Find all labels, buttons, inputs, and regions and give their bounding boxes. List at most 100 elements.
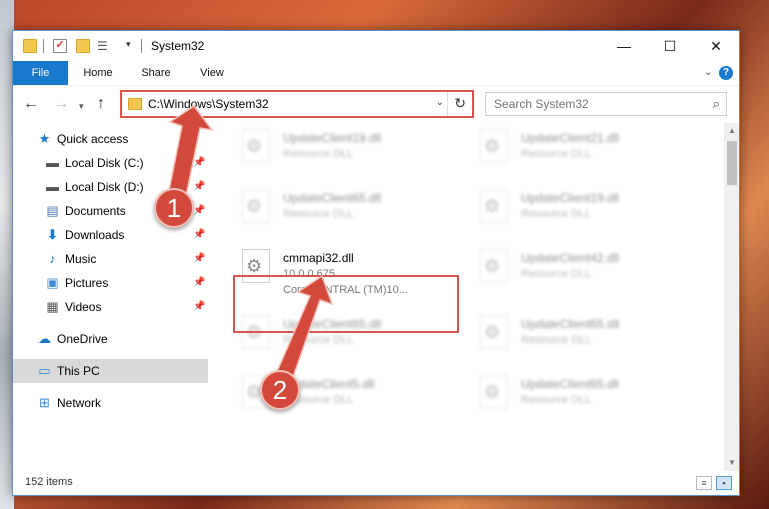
search-input[interactable] <box>494 94 694 114</box>
window-title: System32 <box>151 39 205 53</box>
sidebar-item-onedrive[interactable]: ☁ OneDrive <box>13 327 208 351</box>
pictures-icon: ▣ <box>46 275 59 290</box>
file-name: UpdateClient42.dll <box>521 251 620 265</box>
file-type: Resource DLL <box>521 148 592 160</box>
sidebar-item-label: Local Disk (C:) <box>65 156 144 170</box>
tab-view[interactable]: View <box>187 61 237 85</box>
pin-icon: 📌 <box>193 157 206 168</box>
status-bar: 152 items ≡ ▪ <box>13 471 739 495</box>
address-path[interactable]: C:\Windows\System32 <box>148 97 269 111</box>
back-arrow-icon[interactable]: ← <box>23 96 39 112</box>
vertical-scrollbar[interactable]: ▲ ▼ <box>724 123 739 471</box>
documents-icon: ▤ <box>46 203 59 218</box>
dll-file-icon: ⚙ <box>480 129 508 163</box>
address-dropdown-icon[interactable]: ⌄ <box>436 97 444 108</box>
computer-icon: ▭ <box>38 363 51 378</box>
details-view-icon[interactable]: ≡ <box>696 476 712 490</box>
file-name: UpdateClient19.dll <box>521 191 620 205</box>
new-folder-icon[interactable] <box>76 39 90 53</box>
sidebar-item-videos[interactable]: ▦ Videos 📌 <box>13 295 208 319</box>
file-name: cmmapi32.dll <box>283 251 354 265</box>
help-icon[interactable]: ? <box>719 66 733 80</box>
sidebar-item-quick-access[interactable]: ★ Quick access <box>13 127 208 151</box>
drive-icon: ▬ <box>46 179 59 194</box>
file-item[interactable]: ⚙ UpdateClient42.dll Resource DLL <box>474 245 694 301</box>
file-item[interactable]: ⚙ UpdateClient21.dll Resource DLL <box>474 125 694 181</box>
tab-share[interactable]: Share <box>131 61 181 85</box>
search-box[interactable]: ⌕ <box>485 92 727 116</box>
item-count: 152 items <box>25 476 73 488</box>
close-button[interactable]: ✕ <box>693 31 739 61</box>
star-icon: ★ <box>38 131 51 146</box>
pin-icon: 📌 <box>193 253 206 264</box>
file-item[interactable]: ⚙ UpdateClient65.dll Resource DLL <box>236 185 456 241</box>
address-bar[interactable]: C:\Windows\System32 ⌄ ↻ <box>120 90 474 118</box>
view-options-icon[interactable]: ☰ <box>97 39 111 53</box>
sidebar-item-label: Music <box>65 252 97 266</box>
file-name: UpdateClient21.dll <box>521 131 620 145</box>
navigation-pane: ★ Quick access ▬ Local Disk (C:) 📌 ▬ Loc… <box>13 123 208 471</box>
step-2-badge: 2 <box>260 370 300 410</box>
scrollbar-thumb[interactable] <box>727 141 737 185</box>
file-item[interactable]: ⚙ UpdateClient19.dll Resource DLL <box>236 125 456 181</box>
file-type: Resource DLL <box>521 334 592 346</box>
dll-file-icon: ⚙ <box>480 189 508 223</box>
pin-icon: 📌 <box>193 181 206 192</box>
file-item[interactable]: ⚙ UpdateClient19.dll Resource DLL <box>474 185 694 241</box>
sidebar-item-label: Downloads <box>65 228 125 242</box>
file-item[interactable]: ⚙ UpdateClient65.dll Resource DLL <box>474 371 694 427</box>
refresh-icon[interactable]: ↻ <box>454 95 466 112</box>
tab-home[interactable]: Home <box>73 61 123 85</box>
folder-icon <box>23 39 37 53</box>
tab-file[interactable]: File <box>13 61 68 85</box>
file-item[interactable]: ⚙ UpdateClient65.dll Resource DLL <box>474 311 694 367</box>
sidebar-item-network[interactable]: ⊞ Network <box>13 391 208 415</box>
sidebar-item-label: OneDrive <box>57 332 108 346</box>
file-name: UpdateClient65.dll <box>283 191 382 205</box>
quick-access-dropdown-icon[interactable]: ▾ <box>126 39 131 50</box>
file-type: Resource DLL <box>283 148 354 160</box>
sidebar-item-label: Videos <box>65 300 102 314</box>
network-icon: ⊞ <box>39 395 50 410</box>
sidebar-item-this-pc[interactable]: ▭ This PC <box>13 359 208 383</box>
search-icon[interactable]: ⌕ <box>713 96 720 112</box>
up-arrow-icon[interactable]: ↑ <box>97 96 105 112</box>
tiles-view-icon[interactable]: ▪ <box>716 476 732 490</box>
sidebar-item-local-disk-c[interactable]: ▬ Local Disk (C:) 📌 <box>13 151 208 175</box>
expand-ribbon-icon[interactable]: ⌄ <box>704 65 713 78</box>
step-1-badge: 1 <box>154 188 194 228</box>
file-name: UpdateClient65.dll <box>521 377 620 391</box>
sidebar-item-label: Documents <box>65 204 126 218</box>
file-name: UpdateClient19.dll <box>283 131 382 145</box>
file-type: Resource DLL <box>521 268 592 280</box>
dll-file-icon: ⚙ <box>480 249 508 283</box>
properties-check-icon[interactable]: ✓ <box>53 39 67 53</box>
maximize-button[interactable]: ☐ <box>647 31 693 61</box>
title-bar: ✓ ☰ ▾ System32 — ☐ ✕ <box>13 31 739 61</box>
pin-icon: 📌 <box>193 301 206 312</box>
file-type: Resource DLL <box>283 334 354 346</box>
file-list: ⚙ UpdateClient19.dll Resource DLL ⚙ Upda… <box>210 123 724 471</box>
ribbon-tabs: File Home Share View ⌄ ? <box>13 61 739 85</box>
sidebar-item-pictures[interactable]: ▣ Pictures 📌 <box>13 271 208 295</box>
scroll-up-icon[interactable]: ▲ <box>724 123 739 139</box>
pin-icon: 📌 <box>193 229 206 240</box>
sidebar-item-music[interactable]: ♪ Music 📌 <box>13 247 208 271</box>
scroll-down-icon[interactable]: ▼ <box>724 455 739 471</box>
music-icon: ♪ <box>49 251 56 266</box>
downloads-icon: ⬇ <box>47 227 58 242</box>
file-type: Resource DLL <box>521 208 592 220</box>
forward-arrow-icon[interactable]: → <box>53 96 69 112</box>
sidebar-item-label: Quick access <box>57 132 129 146</box>
dll-file-icon: ⚙ <box>480 375 508 409</box>
pin-icon: 📌 <box>193 277 206 288</box>
pin-icon: 📌 <box>193 205 206 216</box>
file-type: Resource DLL <box>521 394 592 406</box>
recent-locations-icon[interactable]: ▾ <box>79 98 84 114</box>
videos-icon: ▦ <box>46 299 59 314</box>
divider <box>141 39 142 53</box>
file-type: Resource DLL <box>283 208 354 220</box>
sidebar-item-label: Pictures <box>65 276 109 290</box>
folder-icon <box>128 98 142 110</box>
minimize-button[interactable]: — <box>601 31 647 61</box>
